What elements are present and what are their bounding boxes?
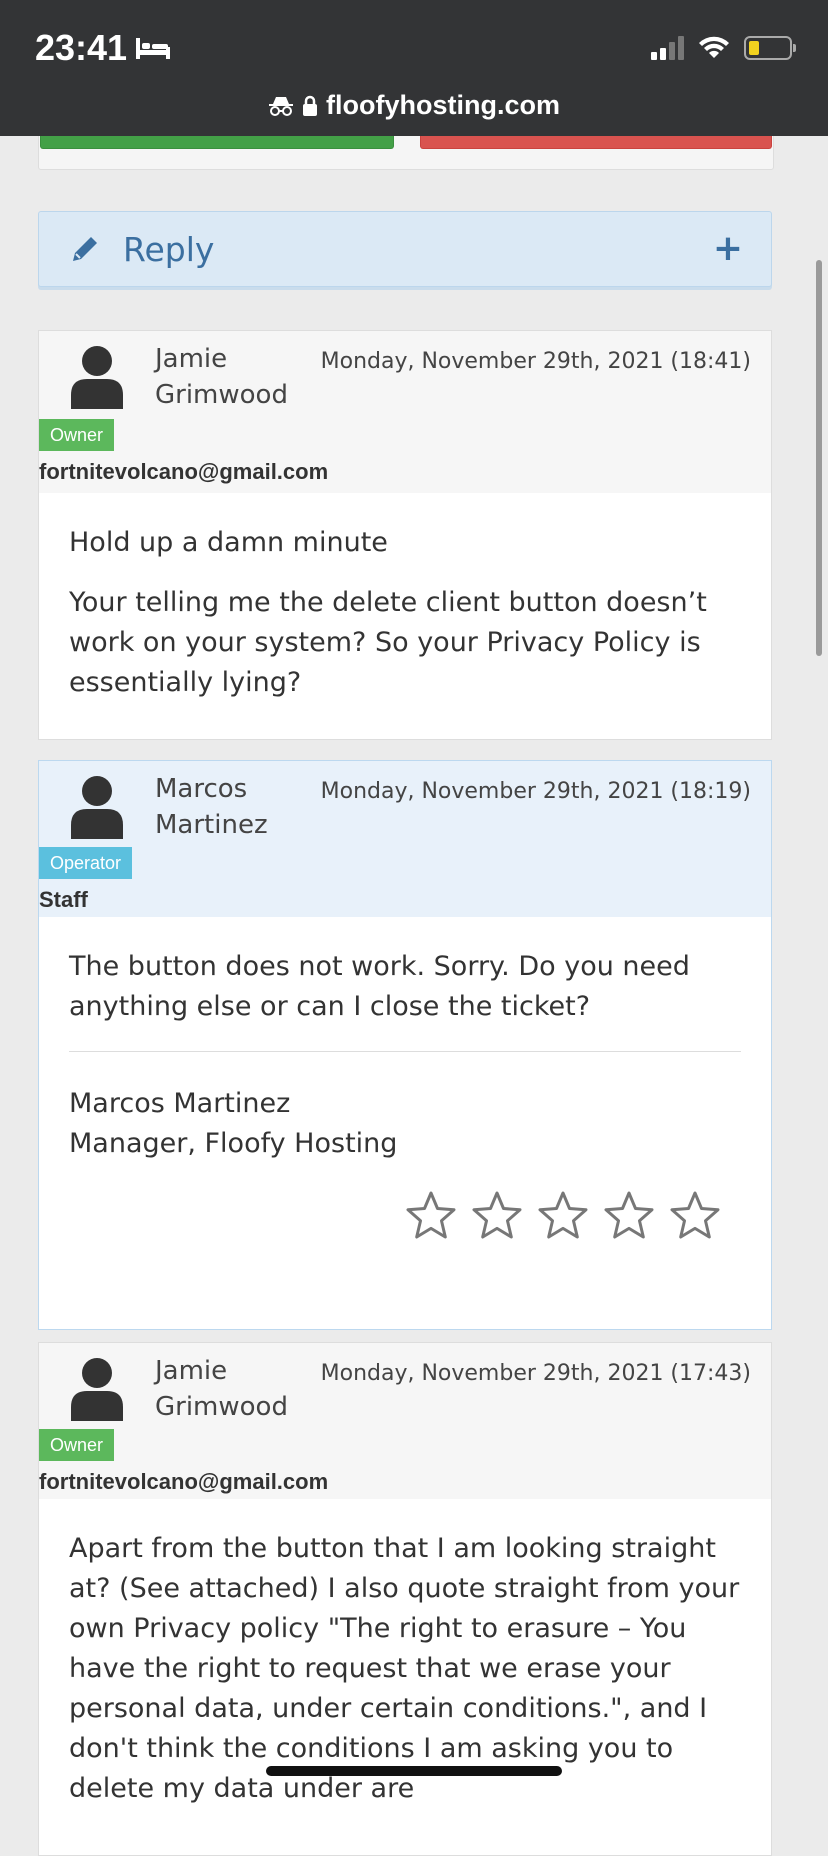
pencil-icon <box>73 237 97 261</box>
expand-plus-icon[interactable]: + <box>713 228 743 269</box>
reply-date: Monday, November 29th, 2021 (18:19) <box>320 779 751 804</box>
signature-name: Marcos Martinez <box>69 1088 291 1119</box>
rating-star-icon[interactable] <box>603 1190 655 1242</box>
ticket-reply-staff: Marcos Martinez Monday, November 29th, 2… <box>38 760 772 1330</box>
url-text: floofyhosting.com <box>326 90 560 120</box>
bed-icon <box>136 38 171 59</box>
address-bar[interactable]: floofyhosting.com <box>0 90 828 121</box>
message-paragraph: Your telling me the delete client button… <box>69 587 707 698</box>
battery-icon <box>744 36 796 60</box>
rating-star-icon[interactable] <box>537 1190 589 1242</box>
signature-divider <box>69 1051 741 1052</box>
clock: 23:41 <box>35 27 171 69</box>
reply-label: Reply <box>123 229 215 269</box>
user-avatar-icon <box>71 346 123 409</box>
operator-badge: Operator <box>39 847 133 879</box>
status-icons <box>651 36 796 60</box>
red-action-button[interactable] <box>420 136 772 149</box>
poster-name: Jamie Grimwood <box>155 344 288 410</box>
reply-date: Monday, November 29th, 2021 (17:43) <box>320 1361 751 1386</box>
requestor-email: fortnitevolcano@gmail.com <box>39 459 329 484</box>
reply-panel-header[interactable]: Reply + <box>38 211 772 287</box>
browser-status-bar: 23:41 floofyhosting.com <box>0 0 828 136</box>
rating-star-icon[interactable] <box>471 1190 523 1242</box>
user-avatar-icon <box>71 776 123 839</box>
wifi-icon <box>699 36 729 58</box>
reply-message: The button does not work. Sorry. Do you … <box>39 917 771 1329</box>
lock-icon <box>303 95 317 116</box>
poster-name: Jamie Grimwood <box>155 1356 288 1422</box>
rating-star-icon[interactable] <box>405 1190 457 1242</box>
ticket-page: Reply + Jamie Grimwood Monday, November … <box>0 116 828 1856</box>
reply-header: Marcos Martinez Monday, November 29th, 2… <box>39 761 771 917</box>
reply-header: Jamie Grimwood Monday, November 29th, 20… <box>39 331 771 493</box>
reply-message: Apart from the button that I am looking … <box>39 1499 771 1855</box>
reply-date: Monday, November 29th, 2021 (18:41) <box>320 349 751 374</box>
reply-header: Jamie Grimwood Monday, November 29th, 20… <box>39 1343 771 1499</box>
requestor-email: fortnitevolcano@gmail.com <box>39 1469 329 1494</box>
user-avatar-icon <box>71 1358 123 1421</box>
ticket-reply: Jamie Grimwood Monday, November 29th, 20… <box>38 330 772 740</box>
owner-badge: Owner <box>39 419 115 451</box>
requestor-type: Staff <box>39 887 88 912</box>
home-indicator[interactable] <box>266 1766 562 1776</box>
poster-name: Marcos Martinez <box>155 774 268 840</box>
clock-time: 23:41 <box>35 27 128 68</box>
ticket-reply: Jamie Grimwood Monday, November 29th, 20… <box>38 1342 772 1856</box>
reply-message: Hold up a damn minute Your telling me th… <box>39 493 771 739</box>
signature-title: Manager, Floofy Hosting <box>69 1128 398 1159</box>
message-paragraph: Hold up a damn minute <box>69 527 388 558</box>
owner-badge: Owner <box>39 1429 115 1461</box>
page-scrollbar[interactable] <box>816 260 822 656</box>
cellular-signal-icon <box>651 36 684 60</box>
rating-star-icon[interactable] <box>669 1190 721 1242</box>
incognito-icon <box>269 96 293 116</box>
green-action-button[interactable] <box>40 136 394 149</box>
message-paragraph: The button does not work. Sorry. Do you … <box>69 951 690 1022</box>
reply-rating <box>69 1190 741 1242</box>
